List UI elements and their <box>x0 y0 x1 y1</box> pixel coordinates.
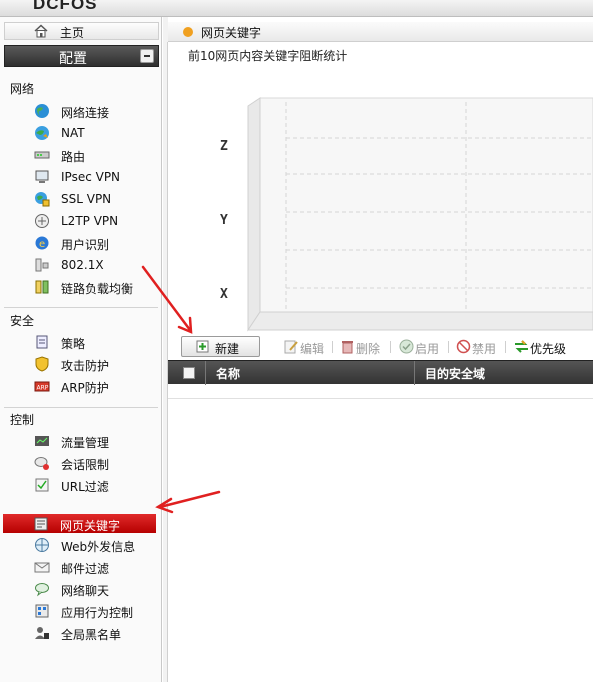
url-filter-icon <box>35 478 49 492</box>
column-header-name[interactable]: 名称 <box>216 365 240 382</box>
svg-text:e: e <box>39 239 45 250</box>
sidebar-item-arp-protection[interactable]: ARP ARP防护 <box>4 376 158 396</box>
group-title-control: 控制 <box>10 413 35 427</box>
group-divider <box>4 407 158 408</box>
sidebar-item-route[interactable]: 路由 <box>4 145 158 165</box>
web-post-icon <box>35 538 49 552</box>
sidebar-item-user-identification[interactable]: e 用户识别 <box>4 233 158 253</box>
sidebar-item-mail-filter[interactable]: 邮件过滤 <box>4 557 158 577</box>
table-body <box>168 398 593 399</box>
axis-label-y: Y <box>220 213 228 228</box>
trash-icon <box>342 341 353 354</box>
sidebar-item-l2tp-vpn[interactable]: L2TP VPN <box>4 211 158 231</box>
sidebar-item-link-load-balance[interactable]: 链路负载均衡 <box>4 277 158 297</box>
ie-globe-icon: e <box>35 236 49 250</box>
page-title: 网页关键字 <box>201 26 262 40</box>
sidebar-item-app-behavior-control[interactable]: 应用行为控制 <box>4 601 158 621</box>
collapse-icon[interactable] <box>140 49 154 63</box>
config-label: 配置 <box>59 51 87 67</box>
sidebar-item-ipsec-vpn[interactable]: IPsec VPN <box>4 167 158 187</box>
swap-arrows-icon <box>515 340 528 353</box>
home-label: 主页 <box>60 26 85 40</box>
vpn-monitor-icon <box>35 170 49 183</box>
column-divider <box>414 361 415 385</box>
table-header: 名称 目的安全域 <box>168 360 593 385</box>
toolbar-divider <box>448 341 449 353</box>
select-all-checkbox[interactable] <box>183 367 195 379</box>
mail-filter-icon <box>34 562 50 573</box>
sidebar-item-url-filter[interactable]: URL过滤 <box>4 475 158 495</box>
sidebar-item-8021x[interactable]: 802.1X <box>4 255 158 275</box>
edit-icon <box>284 340 298 354</box>
traffic-icon <box>35 436 49 446</box>
policy-icon <box>36 335 48 349</box>
group-title-security: 安全 <box>10 314 35 328</box>
block-icon <box>456 339 471 354</box>
check-circle-icon <box>399 339 414 354</box>
toolbar-divider <box>505 341 506 353</box>
arp-icon: ARP <box>34 381 50 392</box>
chat-icon <box>35 583 49 597</box>
sidebar-item-nat[interactable]: NAT <box>4 123 158 143</box>
sidebar-item-session-limit[interactable]: 会话限制 <box>4 453 158 473</box>
column-divider <box>205 361 206 385</box>
axis-label-x: X <box>220 287 228 302</box>
l2tp-vpn-icon <box>35 214 49 228</box>
globe-icon <box>35 104 49 118</box>
sidebar-item-global-blacklist[interactable]: 全局黑名单 <box>4 623 158 643</box>
chart-area: Z Y X <box>168 68 593 334</box>
sidebar: 主页 配置 网络 网络连接 NAT 路由 IPsec VPN SSL VPN L… <box>0 17 162 682</box>
new-button[interactable]: 新建 <box>181 336 260 357</box>
group-divider <box>4 307 158 308</box>
config-section-header[interactable]: 配置 <box>4 45 159 67</box>
sidebar-item-web-keyword[interactable]: 网页关键字 <box>3 514 156 533</box>
group-title-network: 网络 <box>10 82 35 96</box>
switch-icon <box>35 258 49 272</box>
add-icon <box>196 340 209 353</box>
toolbar: 新建 编辑 删除 启用 禁用 优先级 <box>168 334 593 360</box>
toolbar-divider <box>390 341 391 353</box>
empty-3d-chart: Z Y X <box>220 97 593 332</box>
home-link[interactable]: 主页 <box>4 22 159 40</box>
session-icon <box>34 457 49 470</box>
nat-globe-icon <box>35 126 49 140</box>
home-icon <box>34 24 48 38</box>
blacklist-icon <box>35 627 49 639</box>
ssl-vpn-icon <box>35 192 50 207</box>
shield-icon <box>35 356 49 372</box>
status-dot-icon <box>183 27 193 37</box>
sidebar-item-traffic-management[interactable]: 流量管理 <box>4 431 158 451</box>
sidebar-item-attack-protection[interactable]: 攻击防护 <box>4 354 158 374</box>
main-header: 网页关键字 <box>168 22 593 42</box>
router-icon <box>34 151 50 159</box>
app-control-icon <box>35 604 49 618</box>
load-balance-icon <box>35 280 49 294</box>
brand-logo: DCFOS <box>33 0 98 13</box>
sidebar-item-ssl-vpn[interactable]: SSL VPN <box>4 189 158 209</box>
sidebar-item-network-connection[interactable]: 网络连接 <box>4 101 158 121</box>
toolbar-divider <box>332 341 333 353</box>
column-header-dest-zone[interactable]: 目的安全域 <box>425 365 485 382</box>
axis-label-z: Z <box>220 139 228 154</box>
sidebar-item-network-chat[interactable]: 网络聊天 <box>4 579 158 599</box>
chart-subtitle: 前10网页内容关键字阻断统计 <box>188 49 348 63</box>
top-bar: DCFOS <box>0 0 593 17</box>
svg-text:ARP: ARP <box>37 385 49 392</box>
keyword-icon <box>34 517 48 531</box>
sidebar-item-policy[interactable]: 策略 <box>4 332 158 352</box>
sidebar-item-web-outbound-info[interactable]: Web外发信息 <box>4 535 158 555</box>
